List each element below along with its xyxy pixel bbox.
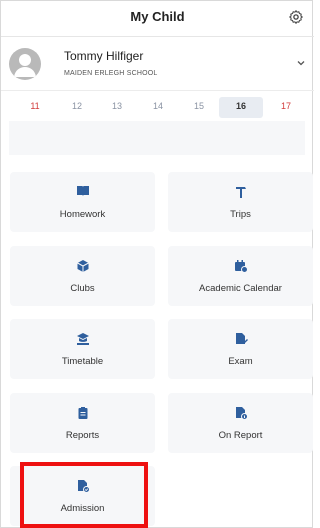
- app-header: My Child: [1, 1, 314, 37]
- date-strip: 11 12 13 14 15 16 17: [9, 97, 305, 121]
- page-title: My Child: [130, 9, 185, 24]
- tile-label: Academic Calendar: [199, 283, 282, 294]
- tile-exam[interactable]: Exam: [168, 319, 313, 379]
- phone-screen: My Child Tommy Hilfiger MAIDEN ERLEGH SC…: [0, 0, 314, 528]
- graduation-cap-icon: [76, 333, 89, 345]
- schedule-area: [9, 121, 305, 155]
- date-item[interactable]: 17: [274, 101, 298, 111]
- tile-academic-calendar[interactable]: Academic Calendar: [168, 246, 313, 306]
- date-item[interactable]: 15: [187, 101, 211, 111]
- tile-reports[interactable]: Reports: [10, 393, 155, 453]
- cube-icon: [76, 260, 89, 272]
- school-name: MAIDEN ERLEGH SCHOOL: [64, 70, 158, 77]
- document-pencil-icon: [235, 333, 248, 344]
- tile-on-report[interactable]: On Report: [168, 393, 313, 453]
- tile-label: Homework: [59, 209, 106, 220]
- chevron-down-icon[interactable]: [296, 58, 306, 68]
- tile-clubs[interactable]: Clubs: [10, 246, 155, 306]
- date-item-selected[interactable]: 16: [219, 97, 263, 118]
- tile-trips[interactable]: Trips: [168, 172, 313, 232]
- tile-timetable[interactable]: Timetable: [10, 319, 155, 379]
- gear-icon[interactable]: [288, 9, 304, 25]
- child-profile-selector[interactable]: Tommy Hilfiger MAIDEN ERLEGH SCHOOL: [1, 37, 314, 91]
- clipboard-icon: [78, 407, 87, 419]
- child-name: Tommy Hilfiger: [64, 49, 144, 63]
- tile-label: Exam: [228, 356, 253, 367]
- date-item[interactable]: 12: [65, 101, 89, 111]
- date-item[interactable]: 14: [146, 101, 170, 111]
- tile-label: On Report: [218, 430, 263, 441]
- document-info-icon: [235, 407, 248, 420]
- avatar: [9, 48, 41, 80]
- highlight-box: [20, 462, 148, 528]
- tile-label: Clubs: [70, 283, 95, 294]
- hammer-icon: [235, 187, 246, 198]
- book-icon: [76, 186, 89, 196]
- tile-label: Reports: [65, 430, 100, 441]
- date-item[interactable]: 13: [105, 101, 129, 111]
- date-item[interactable]: 11: [23, 101, 47, 111]
- calendar-clock-icon: [234, 260, 248, 273]
- tile-label: Trips: [230, 209, 251, 220]
- tile-label: Timetable: [61, 356, 104, 367]
- tile-homework[interactable]: Homework: [10, 172, 155, 232]
